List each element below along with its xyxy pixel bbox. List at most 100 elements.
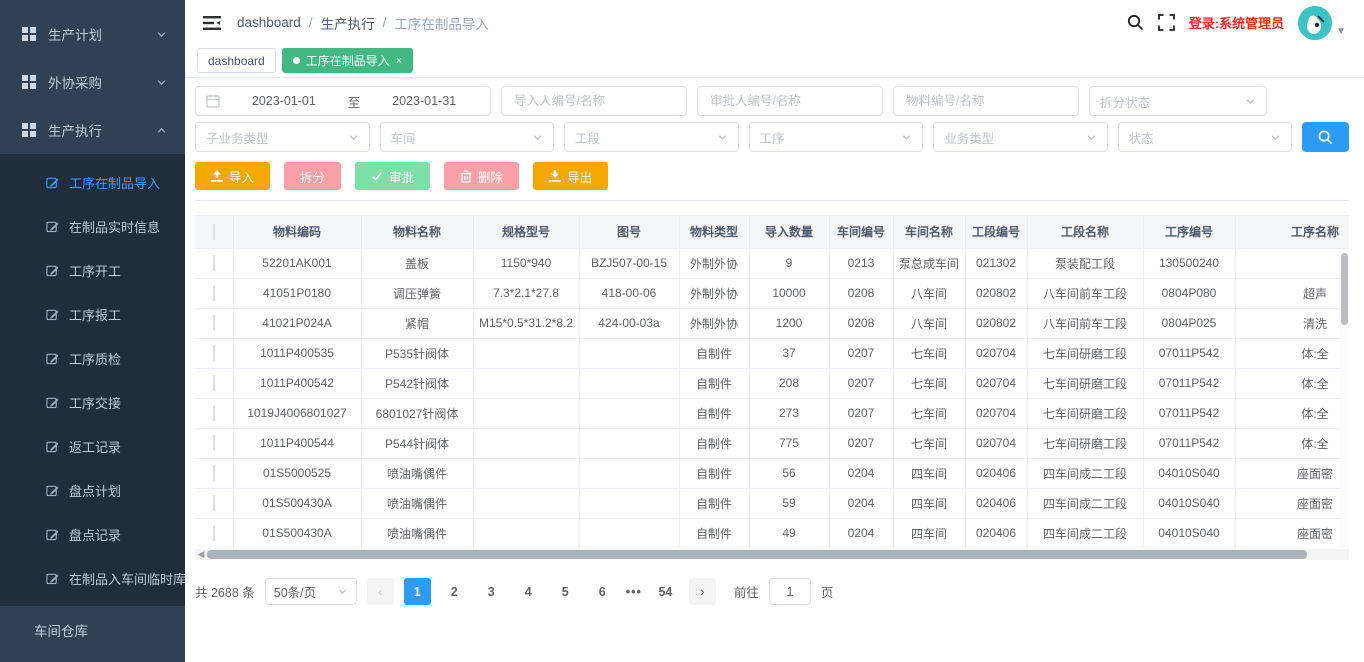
row-checkbox[interactable]: [213, 345, 215, 361]
table-cell: 775: [749, 428, 829, 458]
table-cell: [473, 368, 579, 398]
sidebar-submenu-item[interactable]: 工序开工: [0, 248, 185, 292]
date-range-picker[interactable]: 2023-01-01 至 2023-01-31: [195, 86, 491, 116]
goto-prefix-label: 前往: [734, 582, 759, 601]
sidebar-submenu-item[interactable]: 在制品实时信息: [0, 204, 185, 248]
table-cell: P544针阀体: [361, 428, 473, 458]
sidebar-item-label: 在制品实时信息: [69, 217, 160, 236]
approver-input[interactable]: [710, 94, 870, 108]
table-cell: 泵装配工段: [1027, 248, 1143, 278]
search-button[interactable]: [1302, 122, 1349, 152]
row-checkbox[interactable]: [213, 315, 215, 331]
import-button[interactable]: 导入: [195, 162, 270, 190]
table-cell: 喷油嘴偶件: [361, 488, 473, 518]
sidebar-collapse-icon[interactable]: [203, 15, 221, 31]
column-header: 物料名称: [361, 216, 473, 248]
sidebar-submenu-item[interactable]: 盘点计划: [0, 468, 185, 512]
breadcrumb-item[interactable]: 生产执行: [321, 13, 375, 33]
table-cell: 七车间研磨工段: [1027, 368, 1143, 398]
page-number-button[interactable]: 5: [552, 578, 579, 605]
chevron-down-icon: [901, 132, 912, 143]
filter-select[interactable]: 业务类型: [933, 122, 1108, 152]
prev-page-button[interactable]: ‹: [367, 578, 394, 605]
row-checkbox[interactable]: [213, 435, 215, 451]
filter-select[interactable]: 状态: [1118, 122, 1293, 152]
filter-select[interactable]: 车间: [380, 122, 555, 152]
sidebar-submenu-item[interactable]: 工序质检: [0, 336, 185, 380]
select-all-checkbox[interactable]: [213, 224, 215, 240]
column-header: 图号: [579, 216, 679, 248]
vertical-scrollbar-thumb[interactable]: [1341, 253, 1348, 325]
table-cell: 自制件: [679, 458, 749, 488]
sidebar-submenu-item[interactable]: 返工记录: [0, 424, 185, 468]
row-select-cell: [195, 518, 233, 548]
table-cell: 37: [749, 338, 829, 368]
split-status-select[interactable]: 拆分状态: [1089, 86, 1267, 116]
sidebar-submenu-item[interactable]: 工序交接: [0, 380, 185, 424]
sidebar-item-partial-top[interactable]: 销售计划: [0, 0, 185, 10]
next-page-button[interactable]: ›: [689, 578, 716, 605]
tab-process-wip-import[interactable]: 工序在制品导入 ×: [282, 48, 413, 73]
filter-select[interactable]: 子业务类型: [195, 122, 370, 152]
row-checkbox[interactable]: [213, 525, 215, 541]
sidebar-submenu-item[interactable]: 在制品入车间临时库记录: [0, 556, 185, 600]
export-button[interactable]: 导出: [533, 162, 608, 190]
calendar-icon: [206, 94, 220, 108]
sidebar-submenu-item[interactable]: 盘点记录: [0, 512, 185, 556]
breadcrumb-item[interactable]: dashboard: [237, 15, 301, 30]
sidebar-submenu-item[interactable]: 工序报工: [0, 292, 185, 336]
page-number-button[interactable]: 1: [404, 578, 431, 605]
vertical-scrollbar[interactable]: [1340, 249, 1349, 548]
close-icon[interactable]: ×: [396, 55, 402, 67]
table-row: 1019J40068010276801027针阀体自制件2730207七车间02…: [195, 398, 1349, 428]
chevron-down-icon[interactable]: ▼: [1336, 26, 1346, 37]
row-checkbox[interactable]: [213, 375, 215, 391]
row-checkbox[interactable]: [213, 285, 215, 301]
sidebar-parent-item[interactable]: 生产计划: [0, 10, 185, 58]
importer-input[interactable]: [514, 94, 674, 108]
row-select-cell: [195, 428, 233, 458]
page-number-button[interactable]: 6: [589, 578, 616, 605]
sidebar-submenu-item[interactable]: 工序在制品导入: [0, 160, 185, 204]
fullscreen-icon[interactable]: [1158, 14, 1175, 31]
sidebar-item-warehouse[interactable]: 车间仓库: [0, 606, 185, 654]
horizontal-scrollbar-thumb[interactable]: [207, 550, 1307, 559]
scroll-left-arrow-icon[interactable]: ◀: [195, 549, 207, 560]
date-end-value[interactable]: 2023-01-31: [368, 94, 480, 108]
table-cell: 七车间研磨工段: [1027, 398, 1143, 428]
chevron-down-icon: [1245, 96, 1256, 107]
row-checkbox[interactable]: [213, 405, 215, 421]
sidebar-parent-item[interactable]: 生产执行: [0, 106, 185, 154]
table-cell: 020406: [965, 458, 1027, 488]
row-checkbox[interactable]: [213, 495, 215, 511]
date-start-value[interactable]: 2023-01-01: [228, 94, 340, 108]
horizontal-scrollbar[interactable]: ◀: [195, 549, 1349, 560]
avatar[interactable]: [1298, 6, 1332, 40]
table-cell: 1200: [749, 308, 829, 338]
search-icon[interactable]: [1127, 14, 1144, 31]
sidebar-parent-item[interactable]: 外协采购: [0, 58, 185, 106]
split-button[interactable]: 拆分: [284, 162, 341, 190]
filter-select[interactable]: 工序: [749, 122, 924, 152]
table-cell: BZJ507-00-15: [579, 248, 679, 278]
tab-dashboard[interactable]: dashboard: [197, 48, 276, 73]
page-number-button[interactable]: 4: [515, 578, 542, 605]
tab-label: dashboard: [208, 54, 265, 68]
table-cell: 07011P542: [1143, 368, 1235, 398]
approve-button[interactable]: 审批: [355, 162, 430, 190]
select-all-header-cell: [195, 216, 233, 248]
material-input[interactable]: [906, 94, 1066, 108]
column-header: 车间名称: [893, 216, 965, 248]
goto-page-input[interactable]: [769, 578, 811, 605]
row-checkbox[interactable]: [213, 255, 215, 271]
filter-select[interactable]: 工段: [564, 122, 739, 152]
page-number-button[interactable]: 54: [652, 578, 679, 605]
page-number-button[interactable]: 2: [441, 578, 468, 605]
breadcrumb-separator: /: [383, 15, 387, 30]
page-number-button[interactable]: 3: [478, 578, 505, 605]
chevron-down-icon: [717, 132, 728, 143]
delete-button[interactable]: 删除: [444, 162, 519, 190]
more-pages-icon[interactable]: •••: [626, 585, 642, 599]
page-size-select[interactable]: 50条/页: [265, 578, 357, 605]
row-checkbox[interactable]: [213, 465, 215, 481]
